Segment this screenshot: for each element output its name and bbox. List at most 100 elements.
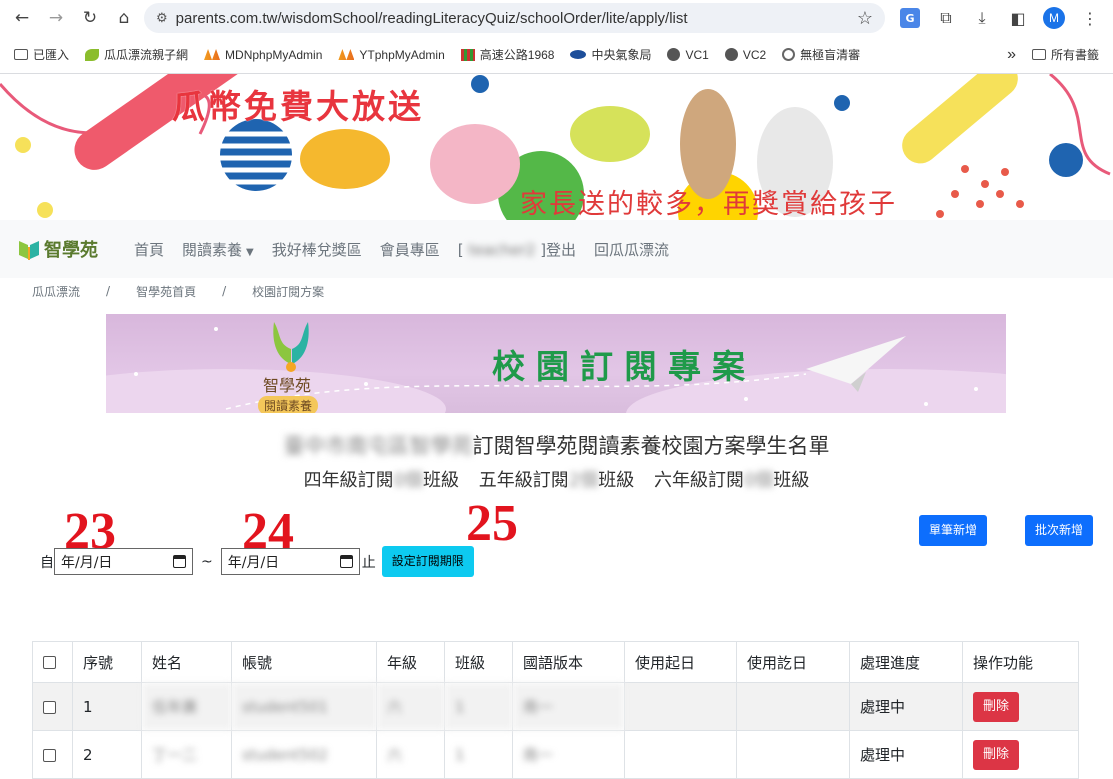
col-header: 處理進度 — [849, 641, 963, 683]
bookmark-wuji[interactable]: 無極盲清審 — [776, 43, 866, 66]
cell-status: 處理中 — [849, 682, 963, 731]
student-table: 序號 姓名 帳號 年級 班級 國語版本 使用起日 使用訖日 處理進度 操作功能 … — [32, 641, 1079, 779]
cell-status: 處理中 — [849, 730, 963, 779]
grade4-suffix: 班級 — [423, 470, 460, 491]
breadcrumb-item[interactable]: 智學苑首頁 — [136, 283, 196, 300]
download-icon[interactable]: ⤓ — [967, 4, 997, 32]
translate-letter: G — [900, 8, 920, 28]
school-name: 臺中市南屯區智學苑 — [283, 434, 473, 458]
bookmark-label: YTphpMyAdmin — [359, 47, 445, 62]
url-text: parents.com.tw/wisdomSchool/readingLiter… — [175, 9, 688, 27]
bookmark-label: 中央氣象局 — [591, 48, 652, 62]
bookmark-label: 高速公路1968 — [479, 48, 555, 62]
menu-kebab-icon[interactable]: ⋮ — [1075, 4, 1105, 32]
cell-start — [624, 730, 737, 779]
bookmark-guagua[interactable]: 瓜瓜漂流親子網 — [79, 43, 194, 66]
bookmark-vc2[interactable]: VC2 — [719, 45, 772, 65]
set-subscription-period-button[interactable]: 設定訂閱期限 — [381, 546, 474, 577]
table-row: 1 伍年廣 student501 六 1 南一 處理中 刪除 — [32, 682, 1079, 731]
row-checkbox[interactable] — [43, 748, 56, 762]
cell-start — [624, 682, 737, 731]
nav-member[interactable]: 會員專區 — [380, 239, 440, 260]
delete-button[interactable]: 刪除 — [973, 691, 1020, 722]
grade6-label: 六年級訂閱 — [653, 470, 744, 491]
bookmark-highway[interactable]: 高速公路1968 — [455, 43, 561, 66]
bookmark-label: VC1 — [685, 47, 709, 62]
single-add-button[interactable]: 單筆新增 — [919, 515, 988, 546]
avatar: M — [1043, 7, 1065, 29]
phpmyadmin-icon — [204, 49, 221, 60]
back-icon[interactable]: ← — [8, 4, 36, 32]
bookmark-vc1[interactable]: VC1 — [661, 45, 714, 65]
cell-end — [736, 730, 850, 779]
col-header: 班級 — [444, 641, 513, 683]
plan-logo-sub: 閱讀素養 — [258, 396, 319, 413]
col-header: 帳號 — [231, 641, 377, 683]
globe-icon — [724, 48, 738, 61]
bookmarks-bar: 已匯入 瓜瓜漂流親子網 MDNphpMyAdmin YTphpMyAdmin 高… — [0, 36, 1113, 74]
cell-edition: 南一 — [512, 682, 625, 731]
heading-title: 訂閱智學苑閱讀素養校園方案學生名單 — [472, 434, 830, 458]
breadcrumb: 瓜瓜漂流 / 智學苑首頁 / 校園訂閱方案 — [0, 278, 1113, 304]
delete-button[interactable]: 刪除 — [973, 739, 1020, 770]
nav-reading-literacy[interactable]: 閱讀素養 ▼ — [182, 239, 254, 260]
col-header: 年級 — [376, 641, 445, 683]
col-header: 操作功能 — [962, 641, 1079, 683]
date-placeholder: 年/月/日 — [227, 554, 280, 571]
reload-icon[interactable]: ↻ — [76, 4, 104, 32]
date-placeholder: 年/月/日 — [61, 554, 113, 571]
translate-extension-icon[interactable]: G — [895, 4, 925, 32]
select-all-cell — [32, 641, 73, 683]
class-summary: 四年級訂閱0個班級 五年級訂閱2個班級 六年級訂閱0個班級 — [0, 466, 1113, 492]
plan-logo-text: 智學苑 — [263, 376, 312, 395]
home-icon[interactable]: ⌂ — [110, 4, 138, 32]
extensions-puzzle-icon[interactable]: ⧉ — [931, 4, 961, 32]
row-select-cell — [32, 730, 73, 779]
bracket-open: [ — [457, 240, 464, 259]
grade4-label: 四年級訂閱 — [303, 470, 394, 491]
bookmark-label: 已匯入 — [33, 48, 70, 62]
from-label: 自 — [40, 554, 54, 571]
date-filter: 自 年/月/日 ~ 年/月/日 止 設定訂閱期限 — [40, 546, 474, 577]
bookmark-weather[interactable]: 中央氣象局 — [564, 43, 657, 66]
banner-title: 瓜幣免費大放送 — [172, 87, 424, 126]
cell-edition: 南一 — [512, 730, 625, 779]
all-bookmarks[interactable]: 所有書籤 — [1026, 43, 1105, 66]
site-info-icon[interactable]: ⚙ — [156, 10, 168, 26]
side-panel-icon[interactable]: ◧ — [1003, 4, 1033, 32]
nav-home[interactable]: 首頁 — [134, 239, 164, 260]
bookmark-yt-pma[interactable]: YTphpMyAdmin — [332, 45, 450, 65]
batch-add-button[interactable]: 批次新增 — [1025, 515, 1094, 546]
end-date-input[interactable]: 年/月/日 — [220, 548, 360, 575]
profile-button[interactable]: M — [1039, 4, 1069, 32]
row-checkbox[interactable] — [43, 700, 56, 714]
banner-subtitle: 家長送的較多，再獎賞給孩子 — [520, 189, 897, 220]
bookmark-imported[interactable]: 已匯入 — [8, 43, 75, 66]
cell-actions: 刪除 — [962, 730, 1079, 779]
calendar-icon[interactable] — [339, 555, 353, 568]
breadcrumb-item[interactable]: 瓜瓜漂流 — [32, 283, 80, 300]
bookmark-mdn-pma[interactable]: MDNphpMyAdmin — [198, 45, 328, 65]
breadcrumb-current: 校園訂閱方案 — [252, 284, 325, 299]
calendar-icon[interactable] — [173, 555, 186, 568]
bookmarks-overflow-button[interactable]: » — [1001, 43, 1022, 67]
col-header: 使用起日 — [624, 641, 737, 683]
promo-banner[interactable]: 瓜幣免費大放送 家長送的較多，再獎賞給孩子 — [0, 74, 1113, 220]
bookmark-label: 所有書籤 — [1050, 48, 1099, 62]
col-header: 姓名 — [141, 641, 232, 683]
select-all-checkbox[interactable] — [43, 656, 56, 669]
nav-redeem[interactable]: 我好棒兌獎區 — [272, 239, 362, 260]
cell-account: student501 — [231, 682, 377, 731]
col-header: 序號 — [72, 641, 142, 683]
start-date-input[interactable]: 年/月/日 — [54, 548, 193, 575]
address-bar[interactable]: ⚙ parents.com.tw/wisdomSchool/readingLit… — [144, 3, 885, 33]
forward-icon[interactable]: → — [42, 4, 70, 32]
grade4-count: 0個 — [393, 470, 424, 491]
globe-icon — [667, 48, 681, 61]
nav-back-guagua[interactable]: 回瓜瓜漂流 — [594, 239, 669, 260]
plan-banner: 智學苑 閱讀素養 校園訂閱專案 — [106, 314, 1006, 413]
nav-logout[interactable]: [ teacher2 ]登出 — [458, 239, 576, 260]
page-heading: 臺中市南屯區智學苑訂閱智學苑閱讀素養校園方案學生名單 — [0, 430, 1113, 460]
brand-logo[interactable]: 智學苑 — [18, 236, 98, 262]
bookmark-star-icon[interactable]: ☆ — [857, 8, 873, 29]
